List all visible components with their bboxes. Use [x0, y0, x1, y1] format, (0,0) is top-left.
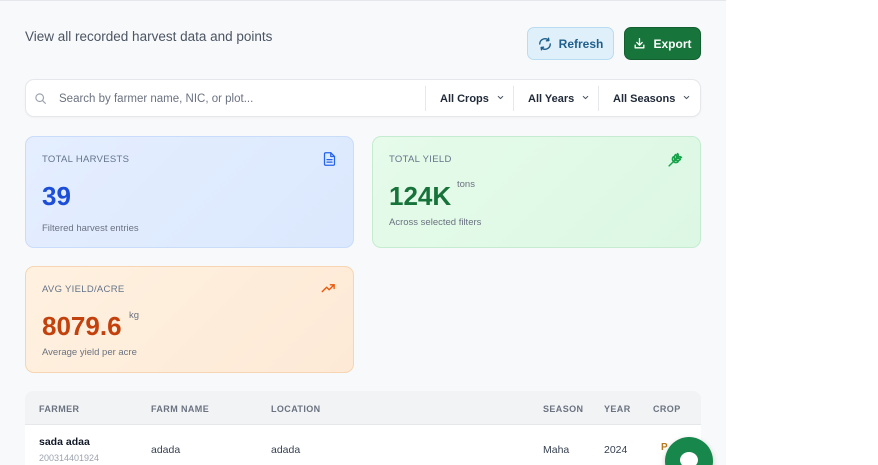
chat-bubble-icon — [680, 452, 698, 465]
export-button[interactable]: Export — [624, 27, 701, 60]
seasons-filter-label: All Seasons — [613, 92, 676, 105]
avg-yield-label: AVG YIELD/ACRE — [42, 284, 125, 295]
total-yield-label: TOTAL YIELD — [389, 154, 452, 165]
crops-filter-label: All Crops — [440, 92, 489, 105]
chevron-down-icon — [682, 93, 691, 105]
total-harvests-card: TOTAL HARVESTS 39 Filtered harvest entri… — [25, 136, 354, 248]
trending-up-icon — [320, 281, 337, 301]
search-filter-bar: All Crops All Years All Seasons — [25, 79, 701, 117]
table-header: FARMER FARM NAME LOCATION SEASON YEAR CR… — [25, 391, 701, 425]
crops-filter-dropdown[interactable]: All Crops — [425, 86, 505, 111]
farmer-name: sada adaa — [39, 436, 90, 448]
search-input[interactable] — [59, 86, 419, 111]
document-icon — [322, 151, 337, 172]
refresh-button-label: Refresh — [558, 36, 604, 51]
export-button-label: Export — [653, 36, 692, 51]
total-harvests-value: 39 — [42, 181, 71, 211]
column-header-farmer[interactable]: FARMER — [39, 404, 79, 414]
refresh-button[interactable]: Refresh — [527, 27, 614, 60]
location-cell: adada — [271, 444, 301, 456]
avg-yield-unit: kg — [129, 310, 140, 321]
year-cell: 2024 — [604, 444, 628, 456]
column-header-season[interactable]: SEASON — [543, 404, 583, 414]
column-header-location[interactable]: LOCATION — [271, 404, 321, 414]
search-icon — [34, 92, 47, 110]
seasons-filter-dropdown[interactable]: All Seasons — [598, 86, 691, 111]
avg-yield-value: 8079.6 — [42, 311, 122, 341]
season-cell: Maha — [543, 444, 570, 456]
total-harvests-label: TOTAL HARVESTS — [42, 154, 130, 165]
column-header-farm-name[interactable]: FARM NAME — [151, 404, 209, 414]
total-harvests-caption: Filtered harvest entries — [42, 223, 139, 234]
farmer-nic: 200314401924 — [39, 453, 100, 463]
total-yield-caption: Across selected filters — [389, 217, 482, 228]
farm-name-cell: adada — [151, 444, 181, 456]
download-icon — [633, 37, 646, 50]
top-border — [0, 0, 726, 1]
years-filter-label: All Years — [528, 92, 575, 105]
column-header-crop[interactable]: CROP — [653, 404, 681, 414]
harvest-table: FARMER FARM NAME LOCATION SEASON YEAR CR… — [25, 391, 701, 465]
harvest-records-page: View all recorded harvest data and point… — [0, 0, 726, 465]
total-yield-card: TOTAL YIELD 124K tons Across selected fi… — [372, 136, 701, 248]
chevron-down-icon — [496, 93, 505, 105]
years-filter-dropdown[interactable]: All Years — [513, 86, 590, 111]
total-yield-unit: tons — [457, 179, 475, 190]
avg-yield-caption: Average yield per acre — [42, 347, 137, 358]
total-yield-value: 124K — [389, 181, 452, 211]
refresh-icon — [538, 36, 552, 51]
wheat-icon — [667, 151, 684, 173]
avg-yield-card: AVG YIELD/ACRE 8079.6 kg Average yield p… — [25, 266, 354, 373]
chevron-down-icon — [581, 93, 590, 105]
column-header-year[interactable]: YEAR — [604, 404, 631, 414]
page-subtitle: View all recorded harvest data and point… — [25, 29, 273, 44]
